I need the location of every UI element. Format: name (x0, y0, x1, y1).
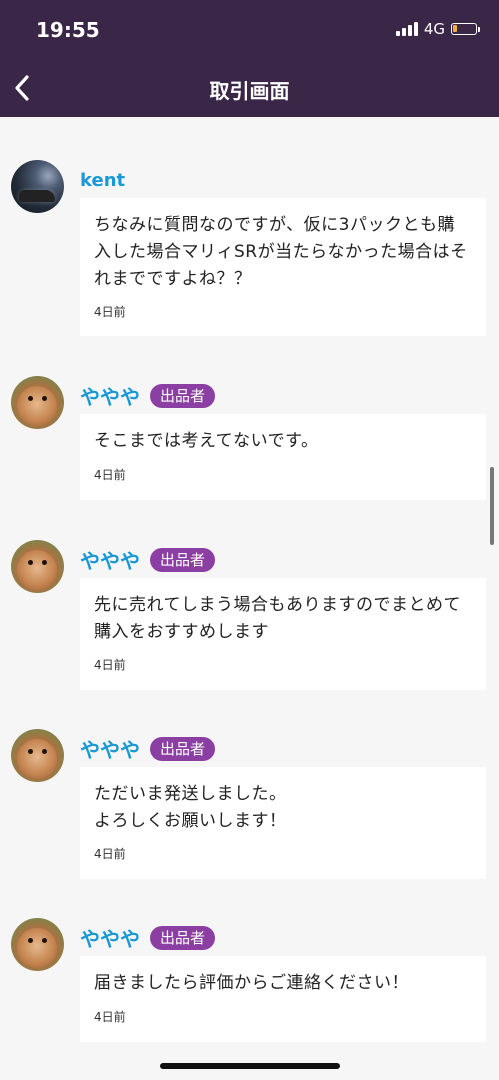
status-indicators: 4G (395, 20, 480, 38)
avatar[interactable] (11, 160, 64, 213)
avatar[interactable] (11, 540, 64, 593)
message-text: 届きましたら評価からご連絡ください！ (94, 973, 409, 993)
message-header: kent (80, 170, 125, 191)
seller-badge: 出品者 (150, 383, 216, 408)
message-header: ややや 出品者 (80, 545, 216, 574)
message-text: そこまでは考えてないです。 (94, 431, 319, 451)
message-header: ややや 出品者 (80, 734, 216, 763)
top-bar: 19:55 4G 取引画面 (0, 0, 499, 117)
message-bubble: ちなみに質問なのですが、仮に3パックとも購入した場合マリィSRが当たらなかった場… (80, 198, 486, 336)
username[interactable]: ややや (80, 734, 140, 763)
message-text: ちなみに質問なのですが、仮に3パックとも購入した場合マリィSRが当たらなかった場… (94, 215, 468, 289)
message-text: 先に売れてしまう場合もありますのでまとめて購入をおすすめします (94, 595, 461, 642)
message-header: ややや 出品者 (80, 381, 216, 410)
message-feed[interactable]: kent ちなみに質問なのですが、仮に3パックとも購入した場合マリィSRが当たら… (0, 117, 499, 1080)
seller-badge: 出品者 (150, 925, 216, 950)
scrollbar[interactable] (490, 467, 494, 545)
message-header: ややや 出品者 (80, 923, 216, 952)
username[interactable]: ややや (80, 545, 140, 574)
message-text: ただいま発送しました。 よろしくお願いします！ (94, 784, 287, 831)
username[interactable]: kent (80, 170, 125, 191)
username[interactable]: ややや (80, 381, 140, 410)
message-time: 4日前 (94, 658, 126, 672)
message-time: 4日前 (94, 1010, 126, 1024)
signal-icon (395, 22, 418, 36)
home-indicator[interactable] (160, 1063, 340, 1069)
trade-screen: 19:55 4G 取引画面 kent ちなみに質問なのですが、仮に3パックとも購… (0, 0, 499, 1080)
seller-badge: 出品者 (150, 547, 216, 572)
message-bubble: 届きましたら評価からご連絡ください！ 4日前 (80, 956, 486, 1042)
network-label: 4G (423, 20, 445, 38)
avatar[interactable] (11, 376, 64, 429)
message-bubble: 先に売れてしまう場合もありますのでまとめて購入をおすすめします 4日前 (80, 578, 486, 690)
message-bubble: ただいま発送しました。 よろしくお願いします！ 4日前 (80, 767, 486, 879)
avatar[interactable] (11, 918, 64, 971)
page-title: 取引画面 (209, 79, 290, 103)
message-time: 4日前 (94, 305, 126, 319)
status-time: 19:55 (36, 18, 100, 42)
avatar[interactable] (11, 729, 64, 782)
seller-badge: 出品者 (150, 736, 216, 761)
message-bubble: そこまでは考えてないです。 4日前 (80, 414, 486, 500)
username[interactable]: ややや (80, 923, 140, 952)
battery-icon (451, 23, 480, 35)
battery-level (453, 25, 457, 32)
message-time: 4日前 (94, 468, 126, 482)
message-time: 4日前 (94, 847, 126, 861)
